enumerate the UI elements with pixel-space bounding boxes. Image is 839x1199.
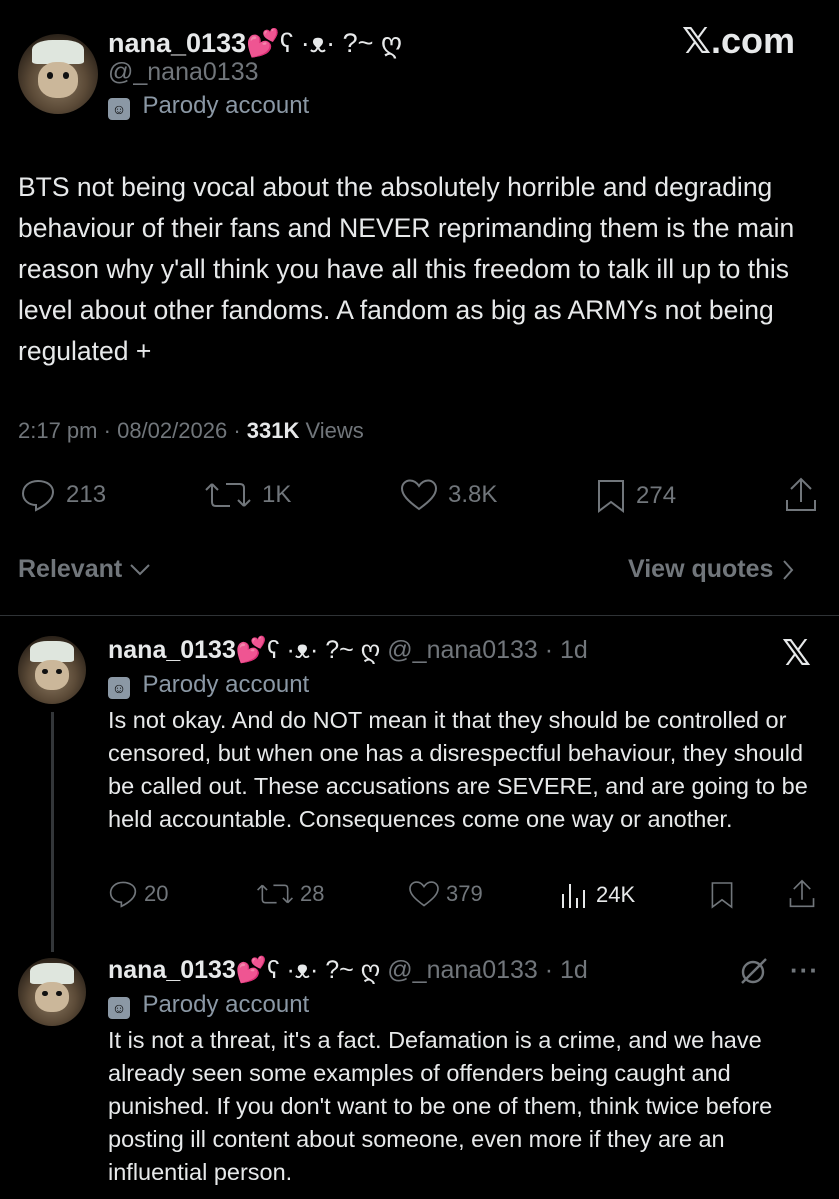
views-count: 24K xyxy=(596,882,636,907)
repost-button[interactable]: 1K xyxy=(204,478,291,512)
display-name[interactable]: nana_0133 xyxy=(108,28,246,58)
meta-separator: · xyxy=(233,418,247,443)
thread-line xyxy=(51,712,54,952)
views-button[interactable]: 24K xyxy=(560,880,635,910)
bookmark-icon xyxy=(598,480,624,513)
like-button[interactable]: 3.8K xyxy=(400,478,497,512)
name-suffix: ʕ ·ᴥ· ?~ ღ xyxy=(279,28,403,58)
grok-icon[interactable] xyxy=(738,955,770,992)
parody-badge: ☺ Parody account xyxy=(108,671,309,699)
x-logo-icon: 𝕏.com xyxy=(682,20,796,61)
like-count: 3.8K xyxy=(448,481,498,508)
name-suffix: ʕ ·ᴥ· ?~ ღ xyxy=(267,636,381,664)
name-emoji: 💕 xyxy=(246,28,280,58)
bookmark-count: 274 xyxy=(636,482,677,509)
views-icon xyxy=(562,884,585,908)
reply-header: nana_0133💕ʕ ·ᴥ· ?~ ღ @_nana0133 · 1d xyxy=(108,954,588,986)
reply-time[interactable]: 1d xyxy=(560,956,588,984)
view-quotes-link[interactable]: View quotes xyxy=(628,555,795,584)
avatar-eye xyxy=(42,668,48,675)
name-emoji: 💕 xyxy=(235,636,268,664)
tweet-text: BTS not being vocal about the absolutely… xyxy=(18,172,795,366)
avatar[interactable] xyxy=(18,958,86,1026)
avatar-hat xyxy=(30,963,74,984)
section-divider xyxy=(0,615,839,616)
avatar-eye xyxy=(62,72,70,79)
bookmark-button[interactable] xyxy=(710,880,734,910)
reply-count: 20 xyxy=(144,881,169,906)
reply-header: nana_0133💕ʕ ·ᴥ· ?~ ღ @_nana0133 · 1d xyxy=(108,634,588,666)
repost-count: 28 xyxy=(300,881,325,906)
share-button[interactable] xyxy=(788,878,816,910)
avatar-face xyxy=(38,62,78,98)
parody-mask-icon: ☺ xyxy=(108,996,130,1019)
parody-mask-icon: ☺ xyxy=(108,97,130,120)
repost-button[interactable]: 28 xyxy=(256,880,324,908)
chevron-down-icon xyxy=(130,563,150,575)
repost-count: 1K xyxy=(262,481,292,508)
like-icon xyxy=(409,881,439,907)
parody-label: Parody account xyxy=(142,92,310,119)
sort-dropdown[interactable]: Relevant xyxy=(18,555,152,584)
avatar-face xyxy=(35,659,69,691)
avatar[interactable] xyxy=(18,34,98,114)
parody-label: Parody account xyxy=(142,671,310,698)
like-icon xyxy=(400,479,438,511)
name-emoji: 💕 xyxy=(235,956,268,984)
more-icon[interactable]: ··· xyxy=(790,955,819,986)
meta-separator: · xyxy=(103,418,118,443)
avatar-eye xyxy=(56,668,62,675)
parody-label: Parody account xyxy=(142,991,310,1018)
parody-badge: ☺ Parody account xyxy=(108,991,309,1019)
bookmark-button[interactable]: 274 xyxy=(596,478,676,514)
repost-icon xyxy=(205,483,251,507)
avatar-hat xyxy=(30,641,74,662)
display-name[interactable]: nana_0133 xyxy=(108,636,236,664)
reply-button[interactable]: 213 xyxy=(20,478,106,512)
share-button[interactable] xyxy=(784,476,818,514)
author-name-row[interactable]: nana_0133💕ʕ ·ᴥ· ?~ ღ xyxy=(108,26,402,60)
meta-separator: · xyxy=(537,956,561,984)
share-icon xyxy=(789,879,815,908)
reply-time[interactable]: 1d xyxy=(560,636,588,664)
author-handle[interactable]: @_nana0133 xyxy=(108,58,259,87)
reply-count: 213 xyxy=(66,481,107,508)
avatar-eye xyxy=(42,990,48,997)
display-name[interactable]: nana_0133 xyxy=(108,956,236,984)
views-count: 331K xyxy=(246,418,300,443)
avatar-face xyxy=(35,981,69,1013)
view-quotes-label: View quotes xyxy=(628,555,774,583)
tweet-meta: 2:17 pm · 08/02/2026 · 331K Views xyxy=(18,418,364,444)
parody-mask-icon: ☺ xyxy=(108,676,130,699)
reply-button[interactable]: 20 xyxy=(108,880,168,908)
bookmark-icon xyxy=(711,882,733,909)
tweet-time[interactable]: 2:17 pm xyxy=(18,418,98,443)
tweet-date[interactable]: 08/02/2026 xyxy=(117,418,227,443)
views-label: Views xyxy=(305,418,364,443)
meta-separator: · xyxy=(537,636,561,664)
name-suffix: ʕ ·ᴥ· ?~ ღ xyxy=(267,956,381,984)
reply-icon xyxy=(109,881,137,908)
avatar-hat xyxy=(32,40,84,65)
avatar-eye xyxy=(56,990,62,997)
parody-badge: ☺ Parody account xyxy=(108,92,309,120)
reply-text: Is not okay. And do NOT mean it that the… xyxy=(108,707,808,832)
like-button[interactable]: 379 xyxy=(408,880,483,908)
like-count: 379 xyxy=(446,881,483,906)
reply-text: It is not a threat, it's a fact. Defamat… xyxy=(108,1027,773,1185)
author-handle[interactable]: @_nana0133 xyxy=(387,636,538,664)
x-logo-icon: 𝕏 xyxy=(782,632,812,673)
chevron-right-icon xyxy=(783,559,794,580)
avatar[interactable] xyxy=(18,636,86,704)
sort-label: Relevant xyxy=(18,555,123,583)
avatar-eye xyxy=(46,72,54,79)
share-icon xyxy=(786,477,816,511)
reply-icon xyxy=(21,479,55,512)
repost-icon xyxy=(257,884,293,904)
author-handle[interactable]: @_nana0133 xyxy=(387,956,538,984)
